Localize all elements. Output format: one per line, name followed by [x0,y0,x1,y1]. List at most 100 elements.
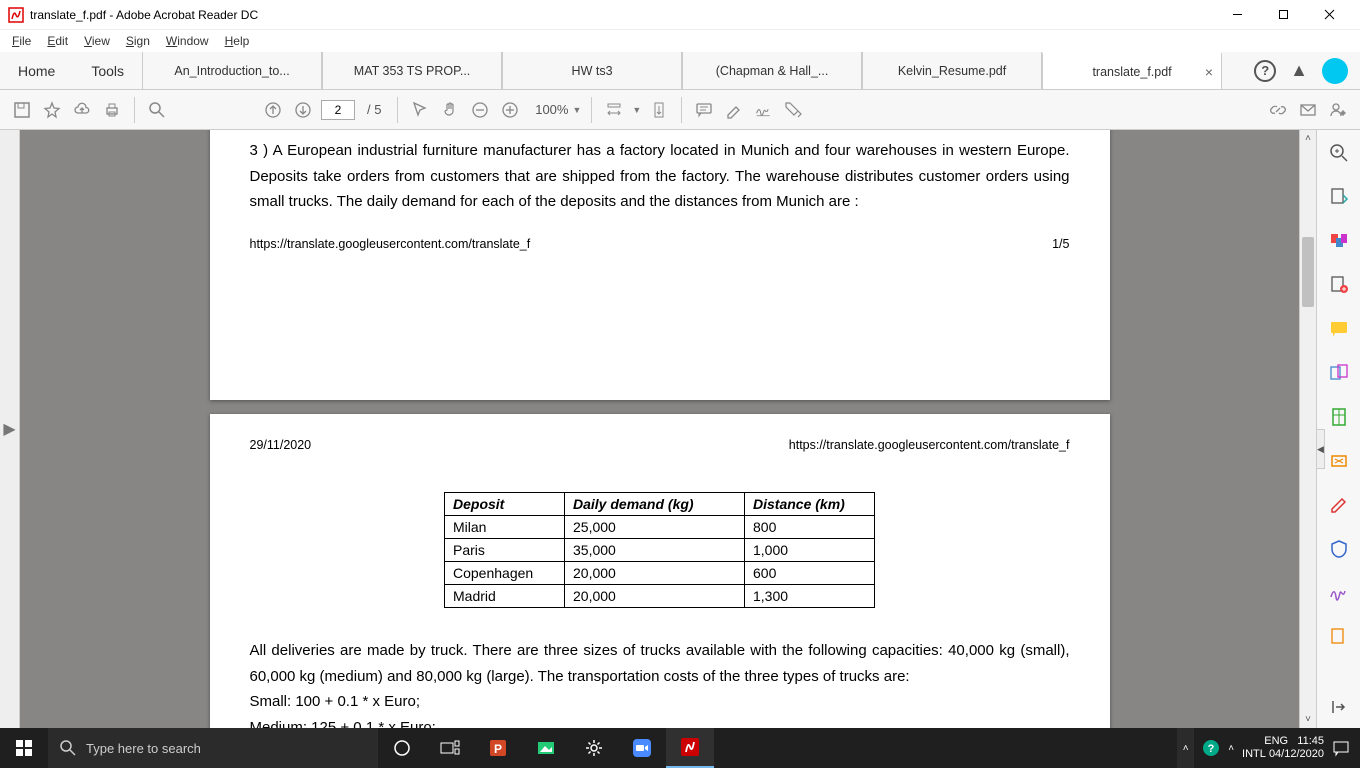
page1-paragraph: 3 ) A European industrial furniture manu… [210,130,1110,215]
window-maximize[interactable] [1260,0,1306,30]
window-close[interactable] [1306,0,1352,30]
document-viewport[interactable]: 3 ) A European industrial furniture manu… [20,130,1299,728]
expand-right-icon[interactable] [1326,694,1352,720]
doc-tab-3[interactable]: (Chapman & Hall_... [682,52,862,89]
taskbar-photos[interactable] [522,728,570,768]
doc-tab-label: An_Introduction_to... [174,64,289,78]
taskbar-powerpoint[interactable]: P [474,728,522,768]
email-icon[interactable] [1296,98,1320,122]
doc-tab-5[interactable]: translate_f.pdf × [1042,52,1222,89]
menu-edit[interactable]: Edit [39,32,76,50]
scroll-thumb[interactable] [1302,237,1314,307]
tray-help-icon[interactable]: ? [1202,739,1220,757]
search-icon [60,740,76,756]
redact-icon[interactable] [1326,492,1352,518]
doc-tab-2[interactable]: HW ts3 [502,52,682,89]
table-row: Copenhagen20,000600 [445,562,875,585]
left-panel-toggle[interactable]: ▶ [0,130,20,728]
fit-width-icon[interactable] [602,98,626,122]
share-link-icon[interactable] [1266,98,1290,122]
th-deposit: Deposit [445,493,565,516]
nav-tools[interactable]: Tools [73,63,142,79]
scroll-mode-icon[interactable] [647,98,671,122]
start-button[interactable] [0,740,48,756]
taskbar-settings[interactable] [570,728,618,768]
tray-time[interactable]: 11:45 [1297,735,1324,747]
taskbar-cortana[interactable] [378,728,426,768]
menu-sign[interactable]: Sign [118,32,158,50]
doc-tab-label: translate_f.pdf [1092,65,1171,79]
doc-tab-0[interactable]: An_Introduction_to... [142,52,322,89]
sign-icon[interactable] [752,98,776,122]
zoom-out-icon[interactable] [468,98,492,122]
menu-file[interactable]: File [4,32,39,50]
tray-lang1[interactable]: ENG [1264,735,1288,747]
vertical-scrollbar[interactable]: ˄ ˅ [1299,130,1316,728]
doc-tab-4[interactable]: Kelvin_Resume.pdf [862,52,1042,89]
taskbar-taskview[interactable] [426,728,474,768]
comment-tool-icon[interactable] [1326,316,1352,342]
find-icon[interactable] [145,98,169,122]
fill-sign-icon[interactable] [1326,580,1352,606]
cloud-upload-icon[interactable] [70,98,94,122]
print-icon[interactable] [100,98,124,122]
zoom-dropdown-icon[interactable]: ▼ [572,105,581,115]
account-avatar[interactable] [1322,58,1348,84]
doc-tab-label: Kelvin_Resume.pdf [898,64,1006,78]
hand-tool-icon[interactable] [438,98,462,122]
selection-tool-icon[interactable] [408,98,432,122]
highlight-icon[interactable] [722,98,746,122]
organize-icon[interactable] [1326,404,1352,430]
doc-tab-label: MAT 353 TS PROP... [354,64,471,78]
tray-lang2[interactable]: INTL [1242,748,1266,760]
window-titlebar: translate_f.pdf - Adobe Acrobat Reader D… [0,0,1360,30]
window-minimize[interactable] [1214,0,1260,30]
table-row: Milan25,000800 [445,516,875,539]
toolbar: / 5 100% ▼ ▼ [0,90,1360,130]
help-icon[interactable]: ? [1254,60,1276,82]
save-icon[interactable] [10,98,34,122]
th-demand: Daily demand (kg) [565,493,745,516]
menu-view[interactable]: View [76,32,118,50]
taskbar-zoom[interactable] [618,728,666,768]
share-people-icon[interactable] [1326,98,1350,122]
send-icon[interactable] [1326,624,1352,650]
create-pdf-icon[interactable] [1326,228,1352,254]
tray-overflow[interactable]: ˄ [1177,728,1194,768]
scroll-up-icon[interactable]: ˄ [1300,130,1316,147]
windows-taskbar: Type here to search P ˄ ? ˄ ENG 11:45 IN… [0,728,1360,768]
menubar: File Edit View Sign Window Help [0,30,1360,52]
protect-icon[interactable] [1326,536,1352,562]
nav-home[interactable]: Home [0,63,73,79]
tray-caret-icon[interactable]: ˄ [1228,743,1234,754]
deposits-table: Deposit Daily demand (kg) Distance (km) … [444,492,875,608]
comment-icon[interactable] [692,98,716,122]
right-panel-collapse[interactable]: ◀ [1316,429,1325,469]
combine-icon[interactable] [1326,360,1352,386]
page-down-icon[interactable] [291,98,315,122]
more-tools-icon[interactable] [782,98,806,122]
taskbar-acrobat[interactable] [666,728,714,768]
zoom-in-icon[interactable] [498,98,522,122]
export-pdf-icon[interactable] [1326,184,1352,210]
page-up-icon[interactable] [261,98,285,122]
star-icon[interactable] [40,98,64,122]
page1-footer-url: https://translate.googleusercontent.com/… [250,237,531,251]
notifications-icon[interactable]: ▲ [1290,60,1308,81]
acrobat-icon [8,7,24,23]
taskbar-search[interactable]: Type here to search [48,728,378,768]
doc-tab-1[interactable]: MAT 353 TS PROP... [322,52,502,89]
search-plus-icon[interactable] [1326,140,1352,166]
edit-pdf-icon[interactable] [1326,272,1352,298]
menu-window[interactable]: Window [158,32,217,50]
menu-help[interactable]: Help [217,32,258,50]
page-number-input[interactable] [321,100,355,120]
close-tab-icon[interactable]: × [1205,64,1213,80]
scroll-down-icon[interactable]: ˅ [1300,711,1316,728]
tray-date[interactable]: 04/12/2020 [1269,748,1324,760]
action-center-icon[interactable] [1332,739,1350,757]
fit-dropdown-icon[interactable]: ▼ [632,105,641,115]
compress-icon[interactable] [1326,448,1352,474]
pdf-page-2: 29/11/2020 https://translate.googleuserc… [210,414,1110,728]
pdf-page-1: 3 ) A European industrial furniture manu… [210,130,1110,400]
